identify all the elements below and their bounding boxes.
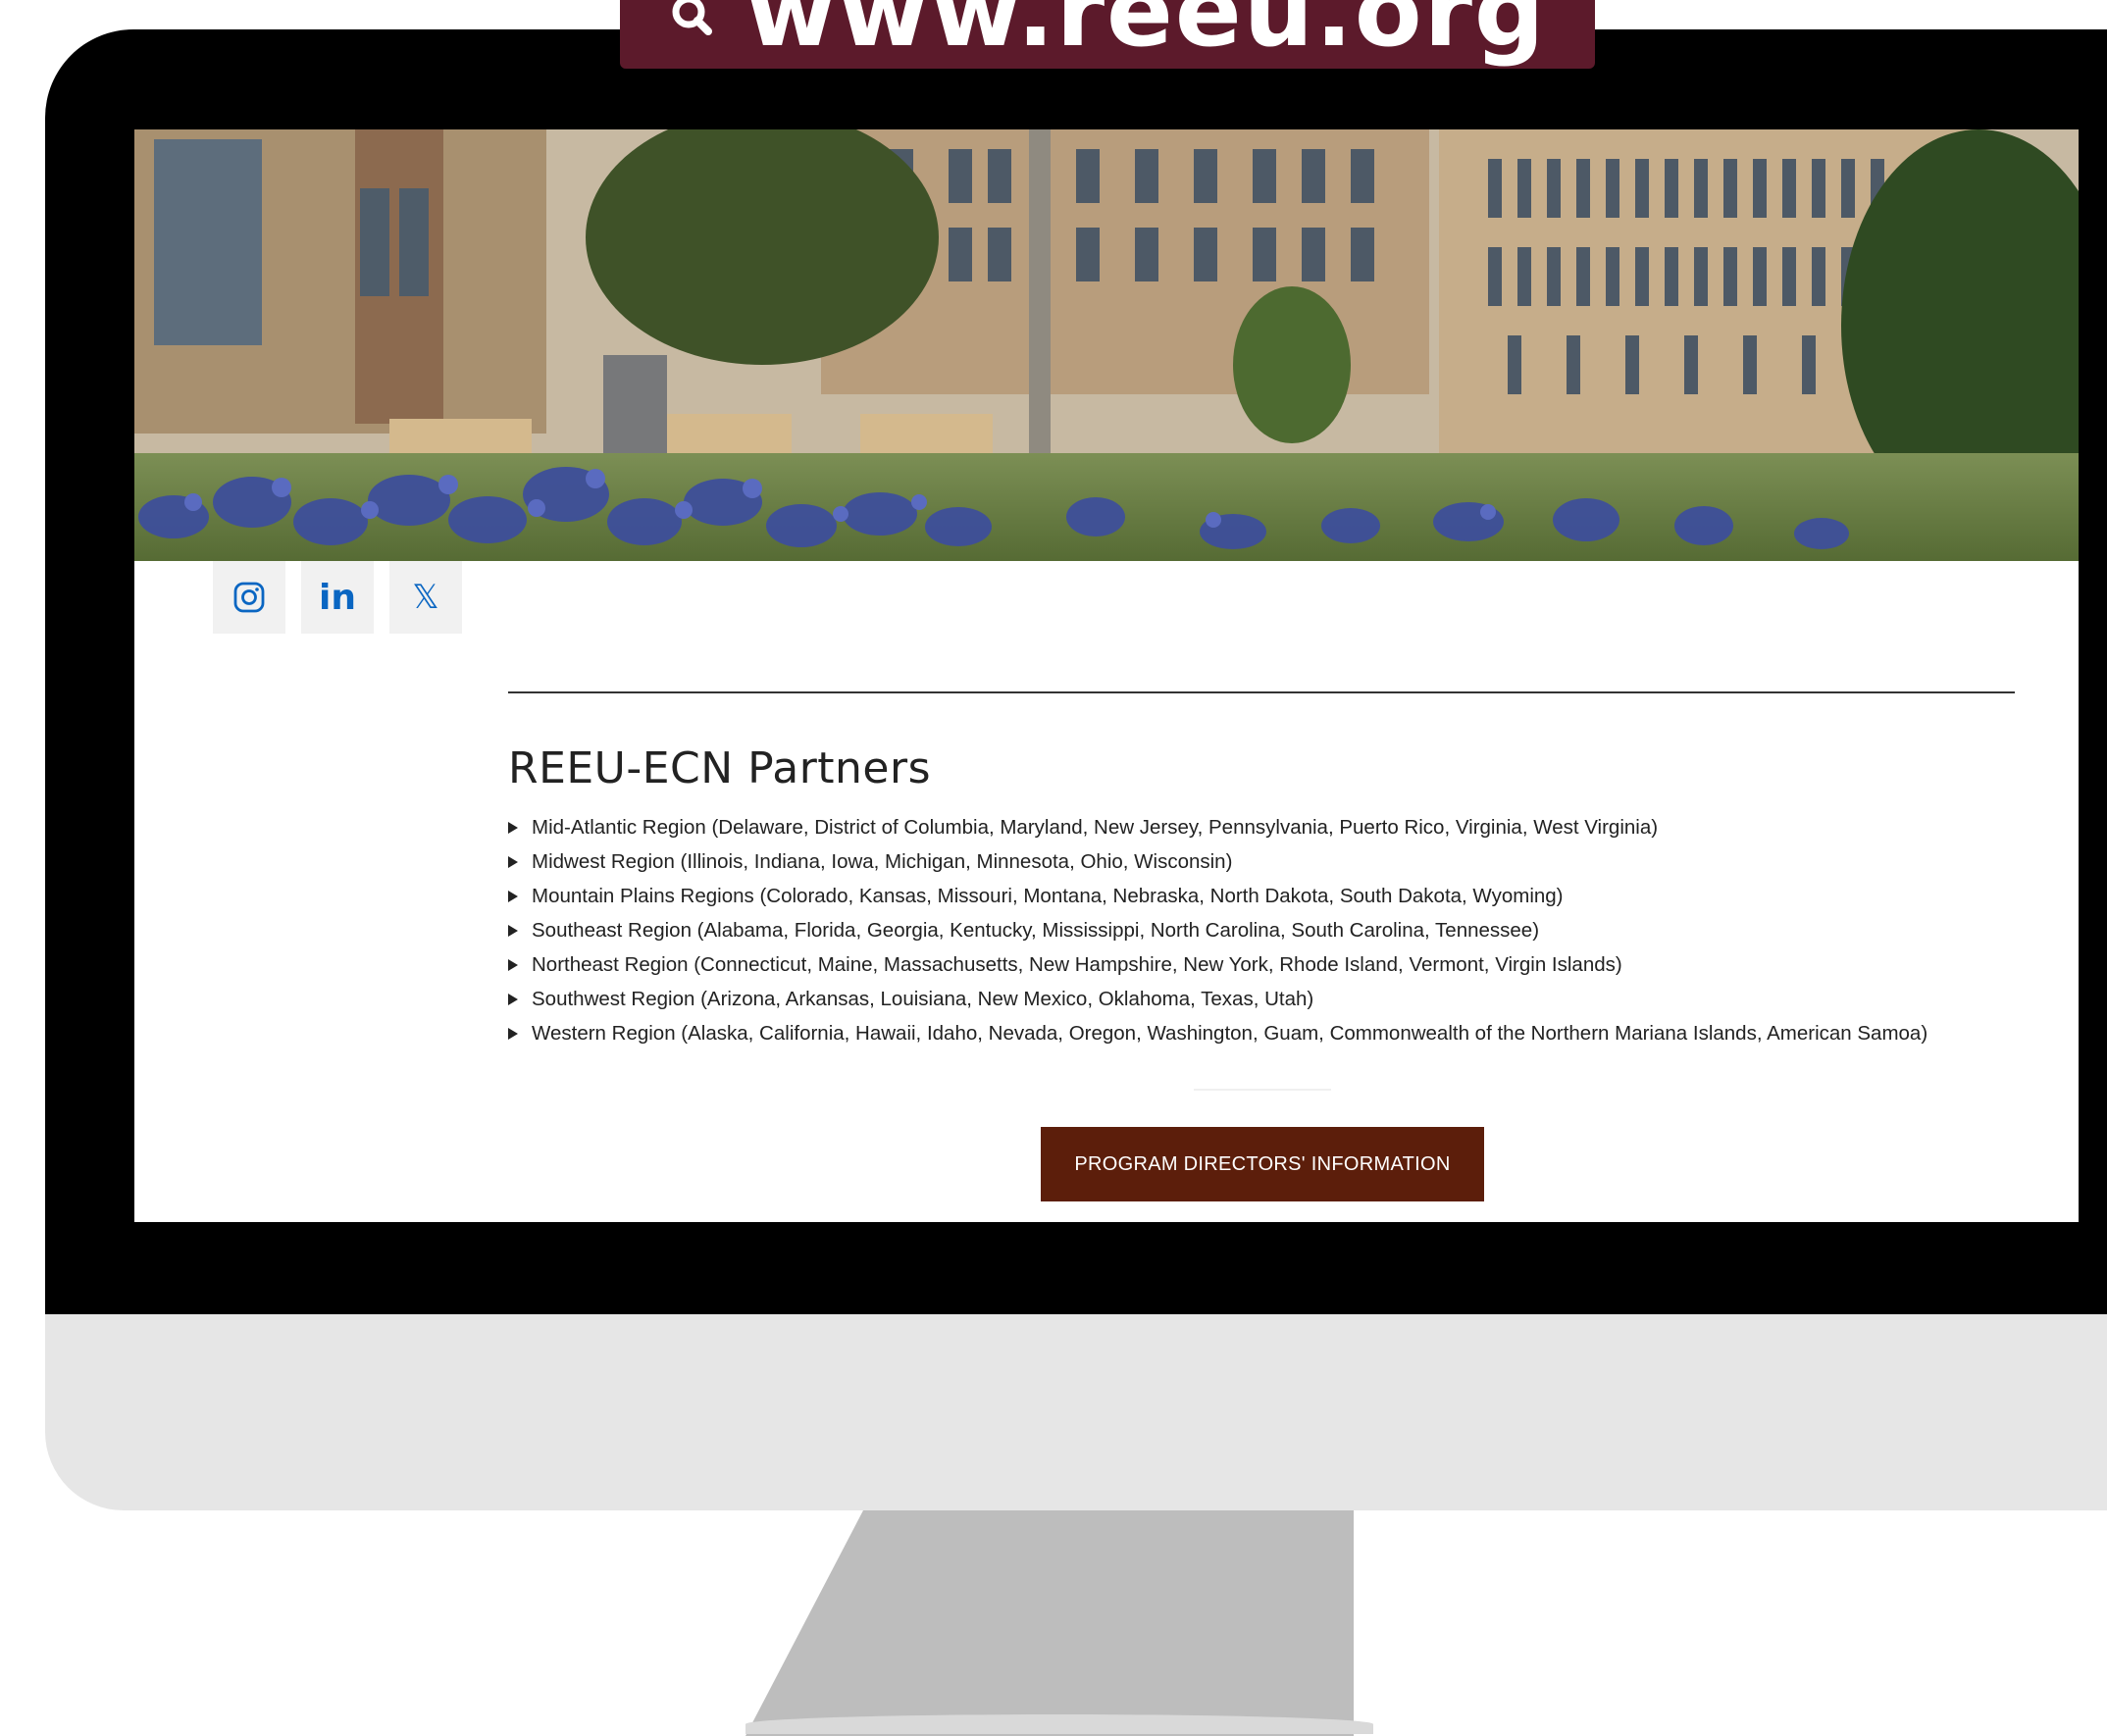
- region-label: Mid-Atlantic Region (Delaware, District …: [532, 816, 1659, 839]
- list-item[interactable]: Western Region (Alaska, California, Hawa…: [508, 1016, 1927, 1050]
- linkedin-button[interactable]: in: [301, 561, 374, 634]
- caret-right-icon: [508, 890, 518, 902]
- region-label: Southeast Region (Alabama, Florida, Geor…: [532, 919, 1540, 942]
- instagram-button[interactable]: [213, 561, 285, 634]
- monitor-stand-base: [745, 1714, 1373, 1734]
- caret-right-icon: [508, 821, 518, 834]
- caret-right-icon: [508, 1027, 518, 1040]
- section-title: REEU-ECN Partners: [508, 743, 932, 793]
- caret-right-icon: [508, 993, 518, 1005]
- region-label: Western Region (Alaska, California, Hawa…: [532, 1022, 1928, 1045]
- instagram-icon: [233, 582, 265, 613]
- hero-image: [134, 129, 2079, 561]
- list-item[interactable]: Southeast Region (Alabama, Florida, Geor…: [508, 913, 1927, 947]
- list-item[interactable]: Mountain Plains Regions (Colorado, Kansa…: [508, 879, 1927, 913]
- section-divider: [508, 691, 2015, 693]
- url-text: www.reeu.org: [745, 0, 1547, 69]
- caret-right-icon: [508, 924, 518, 937]
- list-item[interactable]: Southwest Region (Arizona, Arkansas, Lou…: [508, 982, 1927, 1016]
- search-icon: [672, 0, 712, 35]
- social-icons: in 𝕏: [213, 561, 462, 634]
- partners-list: Mid-Atlantic Region (Delaware, District …: [508, 810, 1927, 1050]
- monitor-stand: [745, 1510, 1354, 1736]
- url-banner: www.reeu.org: [620, 0, 1595, 69]
- x-button[interactable]: 𝕏: [389, 561, 462, 634]
- browser-screen: in 𝕏 REEU-ECN Partners Mid-Atlantic Regi…: [134, 129, 2079, 1222]
- region-label: Mountain Plains Regions (Colorado, Kansa…: [532, 885, 1564, 907]
- faint-divider: [1194, 1089, 1331, 1091]
- region-label: Southwest Region (Arizona, Arkansas, Lou…: [532, 988, 1314, 1010]
- region-label: Northeast Region (Connecticut, Maine, Ma…: [532, 953, 1622, 976]
- linkedin-icon: in: [319, 577, 356, 618]
- list-item[interactable]: Northeast Region (Connecticut, Maine, Ma…: [508, 947, 1927, 982]
- list-item[interactable]: Midwest Region (Illinois, Indiana, Iowa,…: [508, 844, 1927, 879]
- x-icon: 𝕏: [412, 578, 439, 617]
- list-item[interactable]: Mid-Atlantic Region (Delaware, District …: [508, 810, 1927, 844]
- caret-right-icon: [508, 958, 518, 971]
- program-directors-button[interactable]: PROGRAM DIRECTORS' INFORMATION: [1041, 1127, 1484, 1201]
- region-label: Midwest Region (Illinois, Indiana, Iowa,…: [532, 850, 1233, 873]
- caret-right-icon: [508, 855, 518, 868]
